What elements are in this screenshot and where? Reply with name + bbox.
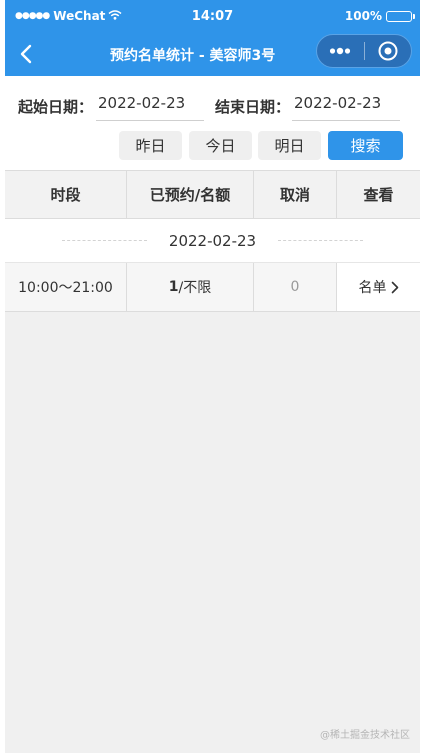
table-row: 10:00～21:00 1/不限 0 名单	[5, 263, 420, 312]
tomorrow-button[interactable]: 明日	[258, 131, 321, 160]
group-date: 2022-02-23	[168, 231, 257, 250]
yesterday-button[interactable]: 昨日	[119, 131, 182, 160]
booked-quota-cell: 1/不限	[127, 263, 254, 311]
quota-text: /不限	[178, 280, 212, 296]
time-slot-cell: 10:00～21:00	[5, 263, 127, 311]
start-date-label: 起始日期：	[18, 98, 94, 116]
back-icon[interactable]	[13, 40, 41, 68]
reservation-table: 时段 已预约/名额 取消 查看 2022-02-23 10:00～21:00 1…	[5, 170, 420, 312]
watermark: @稀土掘金技术社区	[320, 730, 410, 741]
mini-program-capsule	[316, 34, 412, 68]
view-list-label: 名单	[358, 280, 387, 296]
header-booked-quota: 已预约/名额	[127, 171, 254, 218]
date-group-header: 2022-02-23	[5, 219, 420, 263]
end-date-field[interactable]: 2022-02-23	[292, 94, 400, 121]
divider-right	[278, 240, 364, 241]
header-time-slot: 时段	[5, 171, 127, 218]
page-title: 预约名单统计 - 美容师3号	[110, 48, 276, 64]
view-list-link[interactable]: 名单	[337, 263, 420, 311]
close-icon[interactable]	[364, 35, 411, 67]
status-bar: ●●●●● WeChat 14:07 100%	[5, 0, 420, 32]
more-icon[interactable]	[317, 35, 364, 67]
booked-count: 1	[168, 279, 179, 295]
battery-percent: 100%	[344, 9, 382, 23]
divider-left	[61, 240, 147, 241]
start-date-field[interactable]: 2022-02-23	[96, 94, 204, 121]
battery-icon	[386, 10, 415, 22]
date-filter-panel: 起始日期： 2022-02-23 结束日期： 2022-02-23 昨日 今日 …	[5, 76, 420, 170]
end-date-label: 结束日期：	[215, 98, 291, 116]
app-frame: ●●●●● WeChat 14:07 100% 预约名单统计 - 美容师3号 起…	[5, 0, 420, 753]
table-header: 时段 已预约/名额 取消 查看	[5, 170, 420, 219]
chevron-right-icon	[391, 281, 399, 294]
today-button[interactable]: 今日	[189, 131, 252, 160]
header-view: 查看	[363, 186, 394, 204]
cancelled-cell: 0	[254, 263, 337, 311]
battery-info: 100%	[344, 9, 415, 23]
navigation-bar: 预约名单统计 - 美容师3号	[5, 32, 420, 76]
header-cancelled: 取消	[254, 171, 337, 218]
search-button[interactable]: 搜索	[328, 131, 403, 160]
